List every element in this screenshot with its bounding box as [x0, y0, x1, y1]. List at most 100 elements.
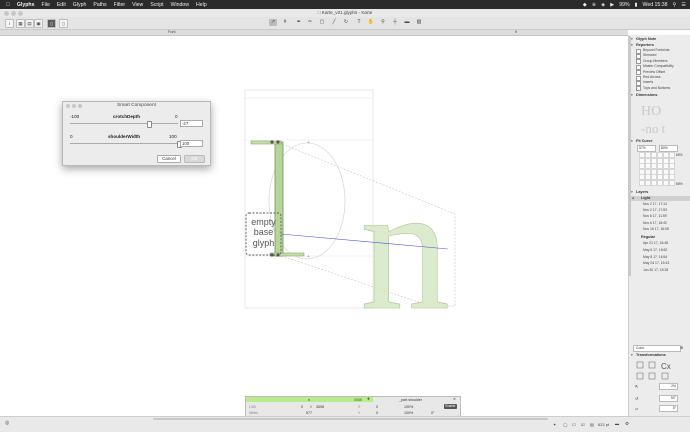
- reporter-checkbox[interactable]: [636, 53, 641, 59]
- axis2-slider-track[interactable]: [70, 143, 178, 144]
- rotate-icon[interactable]: ↺: [635, 396, 638, 401]
- menu-script[interactable]: Script: [150, 2, 163, 8]
- y-value[interactable]: 0: [376, 411, 378, 415]
- layer-master-light[interactable]: Light: [641, 196, 650, 200]
- zoom-window-icon[interactable]: [18, 10, 23, 16]
- menu-window[interactable]: Window: [171, 2, 189, 8]
- lock-icon[interactable]: ◊: [310, 405, 312, 409]
- transform-tool-icon[interactable]: ▨: [415, 19, 423, 26]
- reporters-header[interactable]: Reporters: [636, 43, 654, 47]
- scale-y-value[interactable]: 100%: [404, 411, 413, 415]
- bluetooth-icon[interactable]: ※: [592, 2, 596, 8]
- reporter-checkbox[interactable]: [636, 64, 641, 70]
- width-value[interactable]: 577: [306, 411, 312, 415]
- menu-file[interactable]: File: [41, 2, 49, 8]
- tool-icon-2[interactable]: ◯: [563, 422, 567, 427]
- scale-field[interactable]: 2%: [659, 383, 678, 390]
- tool-icon-4[interactable]: ☑: [581, 422, 585, 427]
- fit-curve-max-field[interactable]: 80%: [659, 145, 678, 152]
- transformations-header[interactable]: Transformations: [636, 353, 666, 357]
- layer-regular-item[interactable]: Apr 21 17, 16:48: [643, 241, 668, 245]
- zoom-level[interactable]: 622 pt: [598, 422, 609, 427]
- menu-paths[interactable]: Paths: [93, 2, 106, 8]
- fit-curve-cell[interactable]: [669, 179, 675, 186]
- close-info-icon[interactable]: ✕: [453, 397, 456, 401]
- apple-menu-icon[interactable]: : [6, 2, 10, 8]
- select-tool-icon[interactable]: ↗: [269, 19, 277, 26]
- rectangle-tool-icon[interactable]: ▢: [318, 19, 326, 26]
- list-view-icon[interactable]: ▤: [25, 19, 34, 28]
- edit-canvas[interactable]: n empty base glyph + +: [0, 36, 628, 416]
- x-value[interactable]: 0: [376, 405, 378, 409]
- layer-regular-item[interactable]: May 24 17, 15:43: [643, 261, 669, 265]
- search-icon[interactable]: ⚲: [673, 2, 677, 8]
- layer-row-light-selected[interactable]: [630, 196, 690, 201]
- reporter-checkbox[interactable]: [636, 48, 641, 54]
- wifi-icon[interactable]: ◈: [601, 2, 605, 8]
- reporter-item[interactable]: Preview Offset: [643, 70, 665, 74]
- rotate-tool-icon[interactable]: ↻: [342, 19, 350, 26]
- knife-tool-icon[interactable]: ╱: [330, 19, 338, 26]
- node[interactable]: [276, 140, 280, 144]
- axis2-value-field[interactable]: 100: [180, 140, 203, 147]
- reporter-checkbox[interactable]: [636, 59, 641, 65]
- tool-icon-3[interactable]: ☐: [572, 422, 576, 427]
- menu-glyph[interactable]: Glyph: [73, 2, 87, 8]
- hand-tool-icon[interactable]: ✋: [367, 19, 375, 26]
- reporter-checkbox[interactable]: [636, 80, 641, 86]
- slant-icon[interactable]: ▱: [635, 406, 638, 411]
- bottom-serif-component[interactable]: [269, 252, 305, 257]
- glyph-note-header[interactable]: Glyph Note: [636, 37, 656, 41]
- reporter-checkbox[interactable]: [636, 70, 641, 76]
- reporter-item[interactable]: Group Members: [643, 59, 668, 63]
- axis1-slider-track[interactable]: [70, 123, 178, 124]
- layer-regular-item[interactable]: Jun 30 17, 15:28: [643, 268, 668, 272]
- layer-light-item[interactable]: Nov 2 17, 17:53: [643, 208, 667, 212]
- text-tool-icon[interactable]: T: [355, 19, 363, 26]
- annotation-tool-icon[interactable]: #: [281, 19, 289, 26]
- edit-view-icon[interactable]: ▯: [47, 19, 56, 28]
- disclosure-icon[interactable]: ▾: [631, 139, 633, 143]
- tool-icon-5[interactable]: ▤: [590, 422, 594, 427]
- rotate-field[interactable]: 90°: [659, 395, 678, 402]
- node[interactable]: [270, 253, 274, 257]
- reporter-item[interactable]: Inserts: [643, 80, 653, 84]
- axis1-slider-knob[interactable]: [147, 121, 153, 128]
- minimize-window-icon[interactable]: [11, 10, 16, 16]
- dropbox-icon[interactable]: ◆: [583, 2, 587, 8]
- tool-icon-1[interactable]: ✦: [553, 422, 556, 427]
- layer-regular-item[interactable]: May 6 17, 15:52: [643, 248, 667, 252]
- scale-x-value[interactable]: 100%: [404, 405, 413, 409]
- layer-light-item[interactable]: Nov 6 17, 16:40: [643, 221, 667, 225]
- disclosure-icon[interactable]: ▾: [631, 93, 633, 97]
- grid-view-icon[interactable]: ▦: [16, 19, 25, 28]
- menu-view[interactable]: View: [132, 2, 143, 8]
- menu-filter[interactable]: Filter: [114, 2, 126, 8]
- add-layer-icon[interactable]: ⊕: [680, 345, 683, 350]
- preview-toggle-icon[interactable]: ▯: [59, 19, 68, 28]
- angle-value[interactable]: 0°: [431, 411, 434, 415]
- fit-curve-header[interactable]: Fit Curve: [636, 139, 652, 143]
- transform-buttons[interactable]: Cx: [635, 360, 687, 382]
- tab-fi[interactable]: fi: [515, 30, 517, 35]
- info-button[interactable]: i: [5, 19, 14, 28]
- layers-header[interactable]: Layers: [636, 190, 648, 194]
- reporter-checkbox[interactable]: [636, 75, 641, 81]
- lsb-value[interactable]: 0: [301, 405, 303, 409]
- ok-button[interactable]: OK: [184, 155, 205, 163]
- reporter-item[interactable]: Beyond Fontoints: [643, 48, 669, 52]
- disclosure-icon[interactable]: ▾: [631, 43, 633, 47]
- slant-field[interactable]: 5°: [659, 405, 678, 412]
- reporter-item[interactable]: Master Compatibility: [643, 64, 674, 68]
- stem-component[interactable]: [274, 141, 284, 257]
- zoom-slider-icon[interactable]: ▬: [615, 421, 619, 426]
- menu-help[interactable]: Help: [196, 2, 207, 8]
- fit-curve-min-field[interactable]: 57%: [637, 145, 656, 152]
- layer-light-item[interactable]: Nov 16 17, 16:08: [643, 227, 669, 231]
- layer-light-item[interactable]: Nov 6 17, 11:59: [643, 214, 667, 218]
- layer-master-regular[interactable]: Regular: [641, 235, 655, 239]
- app-menu[interactable]: Glyphs: [17, 2, 35, 8]
- reporter-checkbox[interactable]: [636, 86, 641, 92]
- reporter-item[interactable]: Tops and Bottoms: [643, 86, 670, 90]
- pen-tool-icon[interactable]: ✑: [306, 19, 314, 26]
